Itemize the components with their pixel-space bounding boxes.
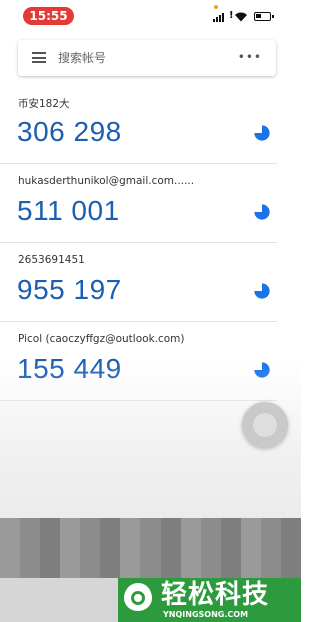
mosaic-cell [220,558,241,578]
mosaic-cell [280,518,301,538]
mosaic-cell [240,538,261,558]
otp-code[interactable]: 955 197 [17,272,122,308]
floating-action-button[interactable] [242,402,288,448]
mosaic-cell [180,558,201,578]
mosaic-cell [140,538,161,558]
leaf-logo-icon [124,583,152,611]
mosaic-cell [100,538,121,558]
mosaic-cell [100,558,121,578]
mosaic-cell [260,538,281,558]
mosaic-cell [160,558,181,578]
mosaic-cell [220,538,241,558]
signal-icon [213,13,224,22]
mosaic-cell [120,518,141,538]
menu-icon[interactable] [32,52,46,63]
account-item[interactable]: hukasderthunikol@gmail.com...... 511 001 [0,163,277,243]
mosaic-cell [20,518,41,538]
wifi-icon [235,12,247,22]
mosaic-cell [220,518,241,538]
mosaic-cell [160,518,181,538]
mosaic-cell [20,558,41,578]
mosaic-cell [40,518,61,538]
mosaic-cell [200,558,221,578]
account-name: hukasderthunikol@gmail.com...... [18,175,195,187]
mosaic-cell [280,538,301,558]
mosaic-cell [260,558,281,578]
account-item[interactable]: 币安182大 306 298 [0,84,277,164]
mosaic-cell [200,518,221,538]
more-options-icon[interactable]: ••• [238,51,262,63]
mosaic-cell [240,558,261,578]
otp-code[interactable]: 511 001 [17,193,120,229]
account-item[interactable]: 2653691451 955 197 [0,242,277,322]
battery-icon [254,12,274,21]
mosaic-cell [120,558,141,578]
watermark-url: YNQINGSONG.COM [163,610,249,619]
account-name: Picol (caoczyffgz@outlook.com) [18,333,185,345]
mosaic-cell [140,518,161,538]
mosaic-cell [60,558,81,578]
otp-code[interactable]: 306 298 [17,114,122,150]
mosaic-cell [40,558,61,578]
mosaic-cell [280,558,301,578]
mosaic-cell [0,518,21,538]
notification-dot-icon [214,5,218,9]
search-bar[interactable]: 搜索帐号 ••• [18,40,276,76]
mosaic-cell [40,538,61,558]
mosaic-cell [140,558,161,578]
mosaic-cell [80,518,101,538]
mosaic-cell [180,518,201,538]
watermark-title: 轻松科技 [161,580,270,610]
mosaic-cell [60,518,81,538]
search-input[interactable]: 搜索帐号 [58,49,106,67]
pixelated-overlay [0,518,301,578]
mosaic-cell [80,558,101,578]
mosaic-cell [20,538,41,558]
status-bar: 15:55 ! [0,0,301,34]
countdown-timer-icon [254,125,270,141]
mosaic-cell [0,538,21,558]
mosaic-cell [100,518,121,538]
account-name: 2653691451 [18,254,85,266]
status-time: 15:55 [23,7,74,25]
mosaic-cell [80,538,101,558]
mosaic-cell [200,538,221,558]
mosaic-cell [260,518,281,538]
countdown-timer-icon [254,204,270,220]
mosaic-cell [180,538,201,558]
signal-alert: ! [229,10,234,21]
mosaic-cell [60,538,81,558]
mosaic-cell [0,558,21,578]
battery-level [256,14,261,18]
account-name: 币安182大 [18,98,70,110]
countdown-timer-icon [254,283,270,299]
mosaic-cell [120,538,141,558]
mosaic-cell [160,538,181,558]
mosaic-cell [240,518,261,538]
